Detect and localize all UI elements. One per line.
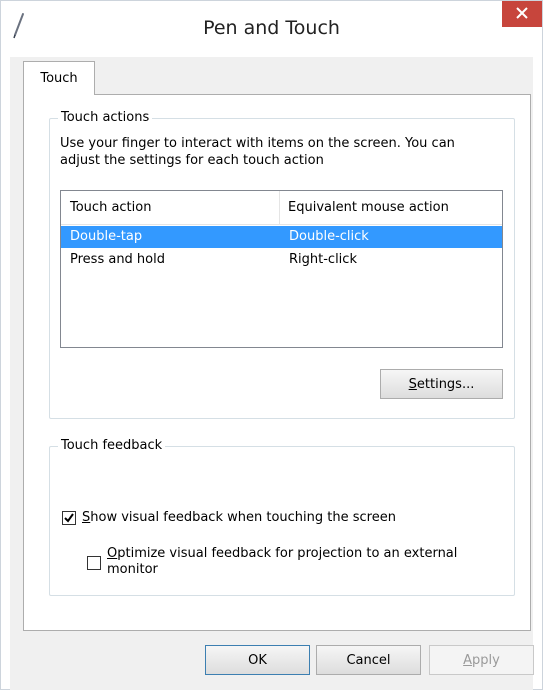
tab-touch[interactable]: Touch (23, 61, 95, 95)
close-icon (516, 6, 528, 22)
optimize-projection-label[interactable]: Optimize visual feedback for projection … (107, 546, 457, 578)
list-header: Touch action Equivalent mouse action (61, 191, 502, 225)
show-visual-feedback-label[interactable]: Show visual feedback when touching the s… (82, 510, 396, 526)
column-header-touch-action[interactable]: Touch action (61, 191, 280, 225)
tab-label: Touch (40, 71, 78, 86)
touch-actions-list[interactable]: Touch action Equivalent mouse action Dou… (60, 190, 503, 348)
touch-actions-description: Use your finger to interact with items o… (60, 136, 455, 168)
optimize-projection-checkbox[interactable] (87, 556, 101, 570)
mouse-action-cell: Double-click (289, 229, 369, 244)
touch-actions-group-label: Touch actions (58, 110, 153, 125)
apply-button[interactable]: Apply (429, 645, 534, 675)
ok-button[interactable]: OK (205, 645, 310, 675)
pen-and-touch-window: Pen and Touch Touch Touch actions Use yo… (0, 0, 543, 690)
title-bar[interactable]: Pen and Touch (1, 1, 542, 57)
column-header-mouse-action[interactable]: Equivalent mouse action (280, 191, 502, 225)
list-item-double-tap[interactable]: Double-tap Double-click (61, 226, 502, 248)
close-button[interactable] (502, 1, 542, 27)
list-item-press-and-hold[interactable]: Press and hold Right-click (61, 249, 502, 271)
show-visual-feedback-checkbox[interactable] (62, 511, 76, 525)
touch-action-cell: Double-tap (70, 229, 143, 244)
settings-button[interactable]: Settings... (380, 369, 503, 399)
mouse-action-cell: Right-click (289, 252, 357, 267)
cancel-button[interactable]: Cancel (316, 645, 421, 675)
touch-action-cell: Press and hold (70, 252, 165, 267)
touch-feedback-group-label: Touch feedback (58, 438, 166, 453)
window-title: Pen and Touch (203, 17, 340, 39)
